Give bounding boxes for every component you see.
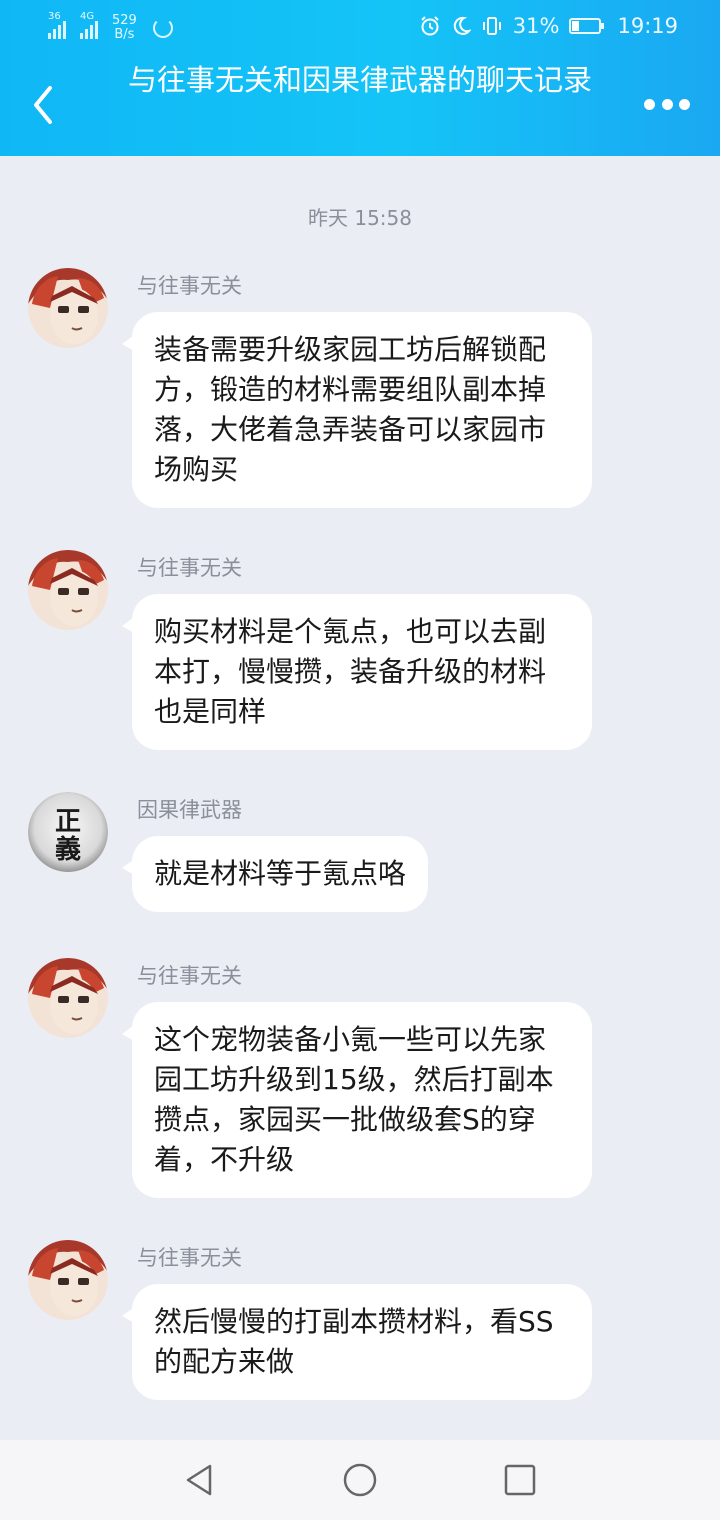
more-dot (644, 98, 655, 110)
moon-icon (453, 16, 471, 35)
signal-icon: 4G (80, 11, 98, 39)
svg-text:正: 正 (55, 807, 81, 837)
clock: 19:19 (617, 14, 678, 38)
anime-avatar-icon (28, 958, 108, 1038)
message-bubble[interactable]: 然后慢慢的打副本攒材料，看SS的配方来做 (122, 1284, 592, 1400)
speed-unit: B/s (114, 27, 135, 42)
status-bar: 36 4G 529 B/s 31% 19:19 (0, 0, 720, 56)
speed-value: 529 (112, 13, 137, 28)
network-speed: 529 B/s (112, 14, 137, 42)
nav-recent-button[interactable] (500, 1460, 540, 1500)
svg-text:義: 義 (55, 835, 81, 865)
avatar[interactable] (28, 1240, 108, 1320)
network-type-label: 4G (80, 11, 95, 22)
status-left: 36 4G 529 B/s (48, 11, 173, 44)
square-recent-icon (504, 1464, 536, 1496)
calligraphy-avatar-icon: 正 義 (28, 792, 108, 872)
nav-back-button[interactable] (180, 1460, 220, 1500)
message-timestamp: 昨天 15:58 (308, 206, 412, 230)
vibrate-icon (482, 17, 501, 35)
signal-icon: 36 (48, 11, 66, 39)
anime-avatar-icon (28, 1240, 108, 1320)
more-button[interactable] (644, 94, 690, 114)
avatar[interactable] (28, 268, 108, 348)
message-bubble[interactable]: 这个宠物装备小氪一些可以先家园工坊升级到15级，然后打副本攒点，家园买一批做级套… (122, 1002, 592, 1198)
avatar[interactable] (28, 550, 108, 630)
more-dot (661, 98, 673, 110)
sender-name: 因果律武器 (137, 798, 242, 822)
message-bubble[interactable]: 购买材料是个氪点，也可以去副本打，慢慢攒，装备升级的材料也是同样 (122, 594, 592, 750)
nav-home-button[interactable] (340, 1460, 380, 1500)
alarm-icon (421, 16, 439, 36)
circle-home-icon (343, 1463, 377, 1497)
loading-icon (152, 18, 173, 38)
sender-name: 与往事无关 (137, 556, 242, 580)
more-dot (679, 98, 690, 110)
avatar[interactable]: 正 義 (28, 792, 108, 872)
network-type-label: 36 (48, 11, 61, 22)
battery-icon (569, 18, 605, 34)
message-bubble[interactable]: 装备需要升级家园工坊后解锁配方，锻造的材料需要组队副本掉落，大佬着急弄装备可以家… (122, 312, 592, 508)
system-nav-bar (0, 1440, 720, 1520)
chat-list[interactable]: 昨天 15:58 与往事无关 装备需要升级家园工坊后解锁配方，锻造的材料需要组队… (0, 156, 720, 1440)
chevron-left-icon (34, 86, 52, 124)
message-bubble[interactable]: 就是材料等于氪点咯 (121, 836, 429, 912)
sender-name: 与往事无关 (137, 964, 242, 988)
triangle-back-icon (186, 1464, 212, 1496)
back-button[interactable] (24, 80, 68, 130)
avatar[interactable] (28, 958, 108, 1038)
status-right: 31% 19:19 (419, 14, 678, 38)
sender-name: 与往事无关 (137, 274, 242, 298)
chat-header: 36 4G 529 B/s 31% 19:19 与往事无关和因果律武器的聊天记录 (0, 0, 720, 156)
anime-avatar-icon (28, 268, 108, 348)
anime-avatar-icon (28, 550, 108, 630)
battery-percent: 31% (512, 14, 560, 38)
sender-name: 与往事无关 (137, 1246, 242, 1270)
page-title: 与往事无关和因果律武器的聊天记录 (127, 63, 592, 97)
